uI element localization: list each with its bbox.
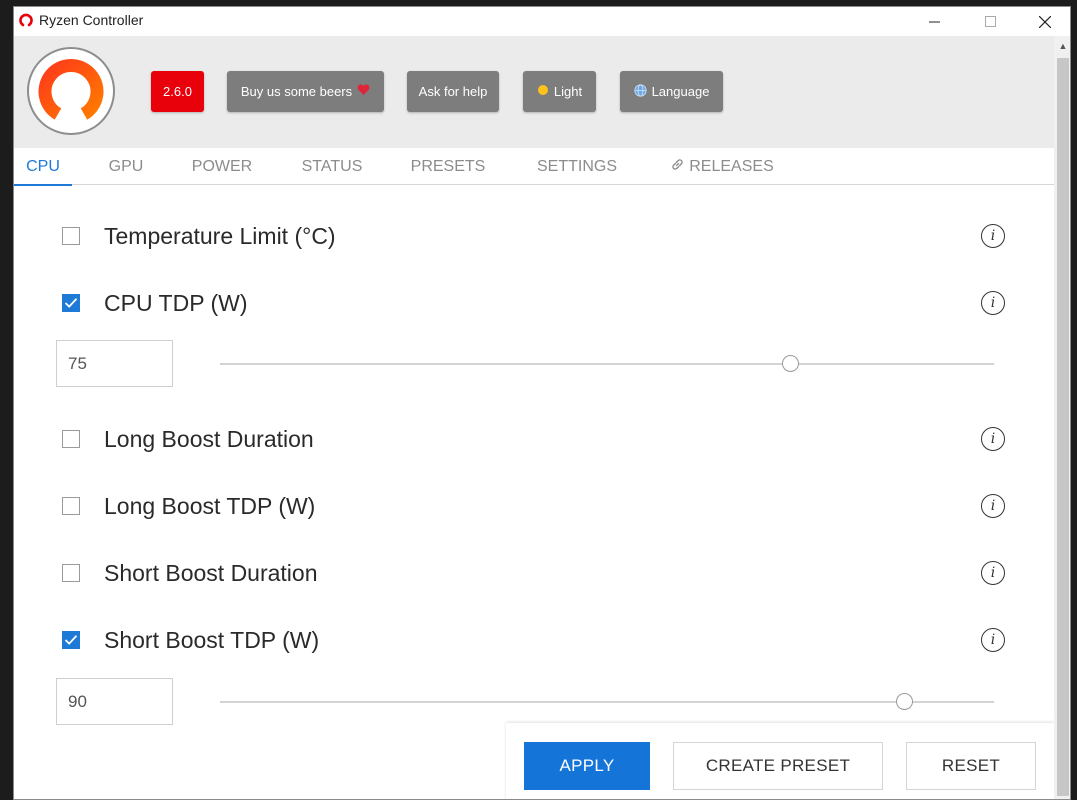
short-boost-tdp-checkbox[interactable] [62,631,80,649]
info-icon[interactable]: i [981,427,1005,451]
cpu-tdp-slider[interactable] [220,355,994,372]
tab-label: RELEASES [689,157,774,175]
sun-icon [537,84,549,99]
theme-label: Light [553,84,583,99]
version-badge[interactable]: 2.6.0 [151,71,204,112]
long-boost-duration-checkbox[interactable] [62,430,80,448]
checkmark-icon [64,298,78,308]
setting-short-boost-duration: Short Boost Duration i [14,553,1054,593]
tab-presets[interactable]: PRESETS [400,148,496,185]
app-window: Ryzen Controller 2.6.0 Buy us some beers… [13,6,1071,800]
setting-long-boost-tdp: Long Boost TDP (W) i [14,486,1054,526]
language-label: Language [651,84,710,99]
short-boost-tdp-value-row [14,678,1054,726]
setting-cpu-tdp: CPU TDP (W) i [14,283,1054,323]
setting-label: Long Boost Duration [104,426,314,452]
vertical-scrollbar[interactable]: ▲ [1054,36,1070,799]
ryzen-logo [27,47,115,135]
app-header: 2.6.0 Buy us some beers Ask for help Lig… [14,36,1054,148]
scrollbar-thumb[interactable] [1057,58,1069,796]
short-boost-duration-checkbox[interactable] [62,564,80,582]
minimize-icon[interactable] [911,7,957,36]
info-icon[interactable]: i [981,628,1005,652]
create-preset-button[interactable]: CREATE PRESET [673,742,883,790]
app-icon [19,13,33,27]
setting-temperature-limit: Temperature Limit (°C) i [14,216,1054,256]
tab-releases[interactable]: RELEASES [662,148,782,185]
action-bar: APPLY CREATE PRESET RESET [506,723,1054,799]
tab-label: POWER [191,157,253,175]
tab-settings[interactable]: SETTINGS [525,148,629,185]
long-boost-tdp-checkbox[interactable] [62,497,80,515]
cpu-tdp-checkbox[interactable] [62,294,80,312]
link-icon [670,157,685,177]
tab-label: PRESETS [410,157,486,175]
tab-cpu[interactable]: CPU [14,148,72,186]
setting-label: Short Boost TDP (W) [104,627,320,653]
active-tab-indicator [14,184,72,186]
short-boost-tdp-slider-handle[interactable] [896,693,914,710]
window-title: Ryzen Controller [39,12,144,28]
tab-status[interactable]: STATUS [291,148,373,185]
cpu-tdp-slider-handle[interactable] [782,355,800,372]
info-icon[interactable]: i [981,224,1005,248]
checkmark-icon [64,635,78,645]
tab-power[interactable]: POWER [181,148,263,185]
cpu-tdp-value-row [14,340,1054,388]
setting-short-boost-tdp: Short Boost TDP (W) i [14,620,1054,660]
short-boost-tdp-input[interactable] [56,678,173,725]
tab-label: CPU [26,157,60,175]
setting-label: Temperature Limit (°C) [104,223,336,249]
tab-label: SETTINGS [536,157,617,175]
apply-button[interactable]: APPLY [524,742,650,790]
info-icon[interactable]: i [981,291,1005,315]
language-button[interactable]: Language [620,71,723,112]
tab-gpu[interactable]: GPU [98,148,154,185]
reset-label: RESET [941,756,1001,775]
short-boost-tdp-slider[interactable] [220,693,994,710]
globe-icon [633,83,647,100]
title-bar[interactable]: Ryzen Controller [14,7,1070,36]
buy-beers-button[interactable]: Buy us some beers [227,71,384,112]
create-preset-label: CREATE PRESET [705,756,851,775]
setting-long-boost-duration: Long Boost Duration i [14,419,1054,459]
temperature-limit-checkbox[interactable] [62,227,80,245]
tab-bar: CPU GPU POWER STATUS PRESETS SETTINGS RE… [14,148,1054,186]
maximize-icon[interactable] [967,7,1013,36]
setting-label: Long Boost TDP (W) [104,493,316,519]
heart-icon [357,84,370,99]
close-icon[interactable] [1022,7,1068,36]
tab-label: GPU [108,157,144,175]
scroll-up-arrow-icon[interactable]: ▲ [1054,36,1070,56]
setting-label: Short Boost Duration [104,560,318,586]
setting-label: CPU TDP (W) [104,290,248,316]
info-icon[interactable]: i [981,561,1005,585]
theme-toggle-button[interactable]: Light [523,71,596,112]
ask-help-button[interactable]: Ask for help [407,71,499,112]
tab-label: STATUS [301,157,363,175]
info-icon[interactable]: i [981,494,1005,518]
version-label: 2.6.0 [163,84,192,99]
apply-label: APPLY [559,756,615,775]
buy-beers-label: Buy us some beers [240,84,353,99]
ask-help-label: Ask for help [418,84,488,99]
reset-button[interactable]: RESET [906,742,1036,790]
cpu-tdp-input[interactable] [56,340,173,387]
